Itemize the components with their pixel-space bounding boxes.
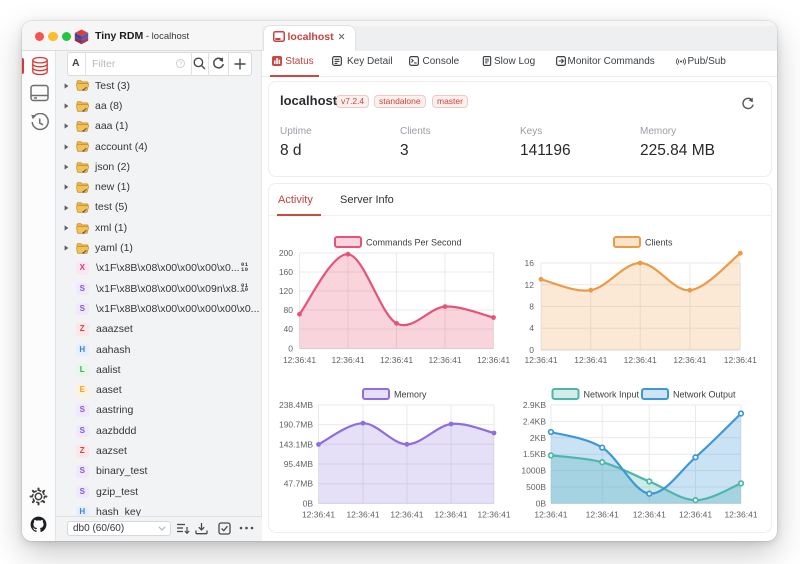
- svg-text:Commands Per Second: Commands Per Second: [366, 238, 462, 248]
- svg-text:12:36:41: 12:36:41: [724, 355, 757, 365]
- svg-text:8: 8: [529, 302, 534, 312]
- svg-text:0B: 0B: [536, 498, 547, 508]
- svg-text:Network Output: Network Output: [673, 390, 736, 400]
- svg-text:500B: 500B: [526, 482, 546, 492]
- svg-text:12:36:41: 12:36:41: [477, 510, 510, 520]
- svg-text:12:36:41: 12:36:41: [428, 355, 461, 365]
- svg-text:0: 0: [288, 344, 293, 354]
- svg-text:16: 16: [525, 258, 535, 268]
- svg-text:12:36:41: 12:36:41: [534, 510, 567, 520]
- svg-text:12:36:41: 12:36:41: [346, 510, 379, 520]
- svg-text:1000B: 1000B: [521, 466, 546, 476]
- svg-text:12:36:41: 12:36:41: [673, 355, 706, 365]
- svg-text:12:36:41: 12:36:41: [477, 355, 510, 365]
- svg-text:2.4KB: 2.4KB: [523, 416, 546, 426]
- svg-text:95.4MB: 95.4MB: [284, 459, 314, 469]
- svg-text:12:36:41: 12:36:41: [302, 510, 335, 520]
- svg-text:143.1MB: 143.1MB: [279, 439, 313, 449]
- svg-text:0: 0: [529, 345, 534, 355]
- svg-text:40: 40: [284, 324, 294, 334]
- svg-text:2KB: 2KB: [530, 433, 546, 443]
- svg-text:0B: 0B: [303, 498, 314, 508]
- svg-text:Clients: Clients: [645, 238, 673, 248]
- svg-text:12:36:41: 12:36:41: [524, 355, 557, 365]
- svg-text:12:36:41: 12:36:41: [574, 355, 607, 365]
- svg-text:12:36:41: 12:36:41: [380, 355, 413, 365]
- svg-text:Memory: Memory: [394, 390, 427, 400]
- svg-text:12:36:41: 12:36:41: [679, 510, 712, 520]
- svg-text:12: 12: [525, 280, 535, 290]
- svg-text:80: 80: [284, 305, 294, 315]
- svg-text:190.7MB: 190.7MB: [279, 420, 313, 430]
- svg-text:238.4MB: 238.4MB: [279, 400, 313, 410]
- svg-text:12:36:41: 12:36:41: [390, 510, 423, 520]
- svg-text:12:36:41: 12:36:41: [624, 355, 657, 365]
- svg-text:12:36:41: 12:36:41: [633, 510, 666, 520]
- svg-text:12:36:41: 12:36:41: [331, 355, 364, 365]
- svg-text:12:36:41: 12:36:41: [283, 355, 316, 365]
- svg-text:120: 120: [279, 286, 293, 296]
- svg-text:200: 200: [279, 248, 293, 258]
- svg-text:47.7MB: 47.7MB: [284, 479, 314, 489]
- svg-text:160: 160: [279, 267, 293, 277]
- svg-text:12:36:41: 12:36:41: [435, 510, 468, 520]
- svg-text:4: 4: [529, 323, 534, 333]
- svg-text:1.5KB: 1.5KB: [523, 449, 546, 459]
- svg-text:Network Input: Network Input: [584, 390, 640, 400]
- svg-text:12:36:41: 12:36:41: [586, 510, 619, 520]
- svg-text:2.9KB: 2.9KB: [523, 400, 546, 410]
- svg-text:12:36:41: 12:36:41: [724, 510, 757, 520]
